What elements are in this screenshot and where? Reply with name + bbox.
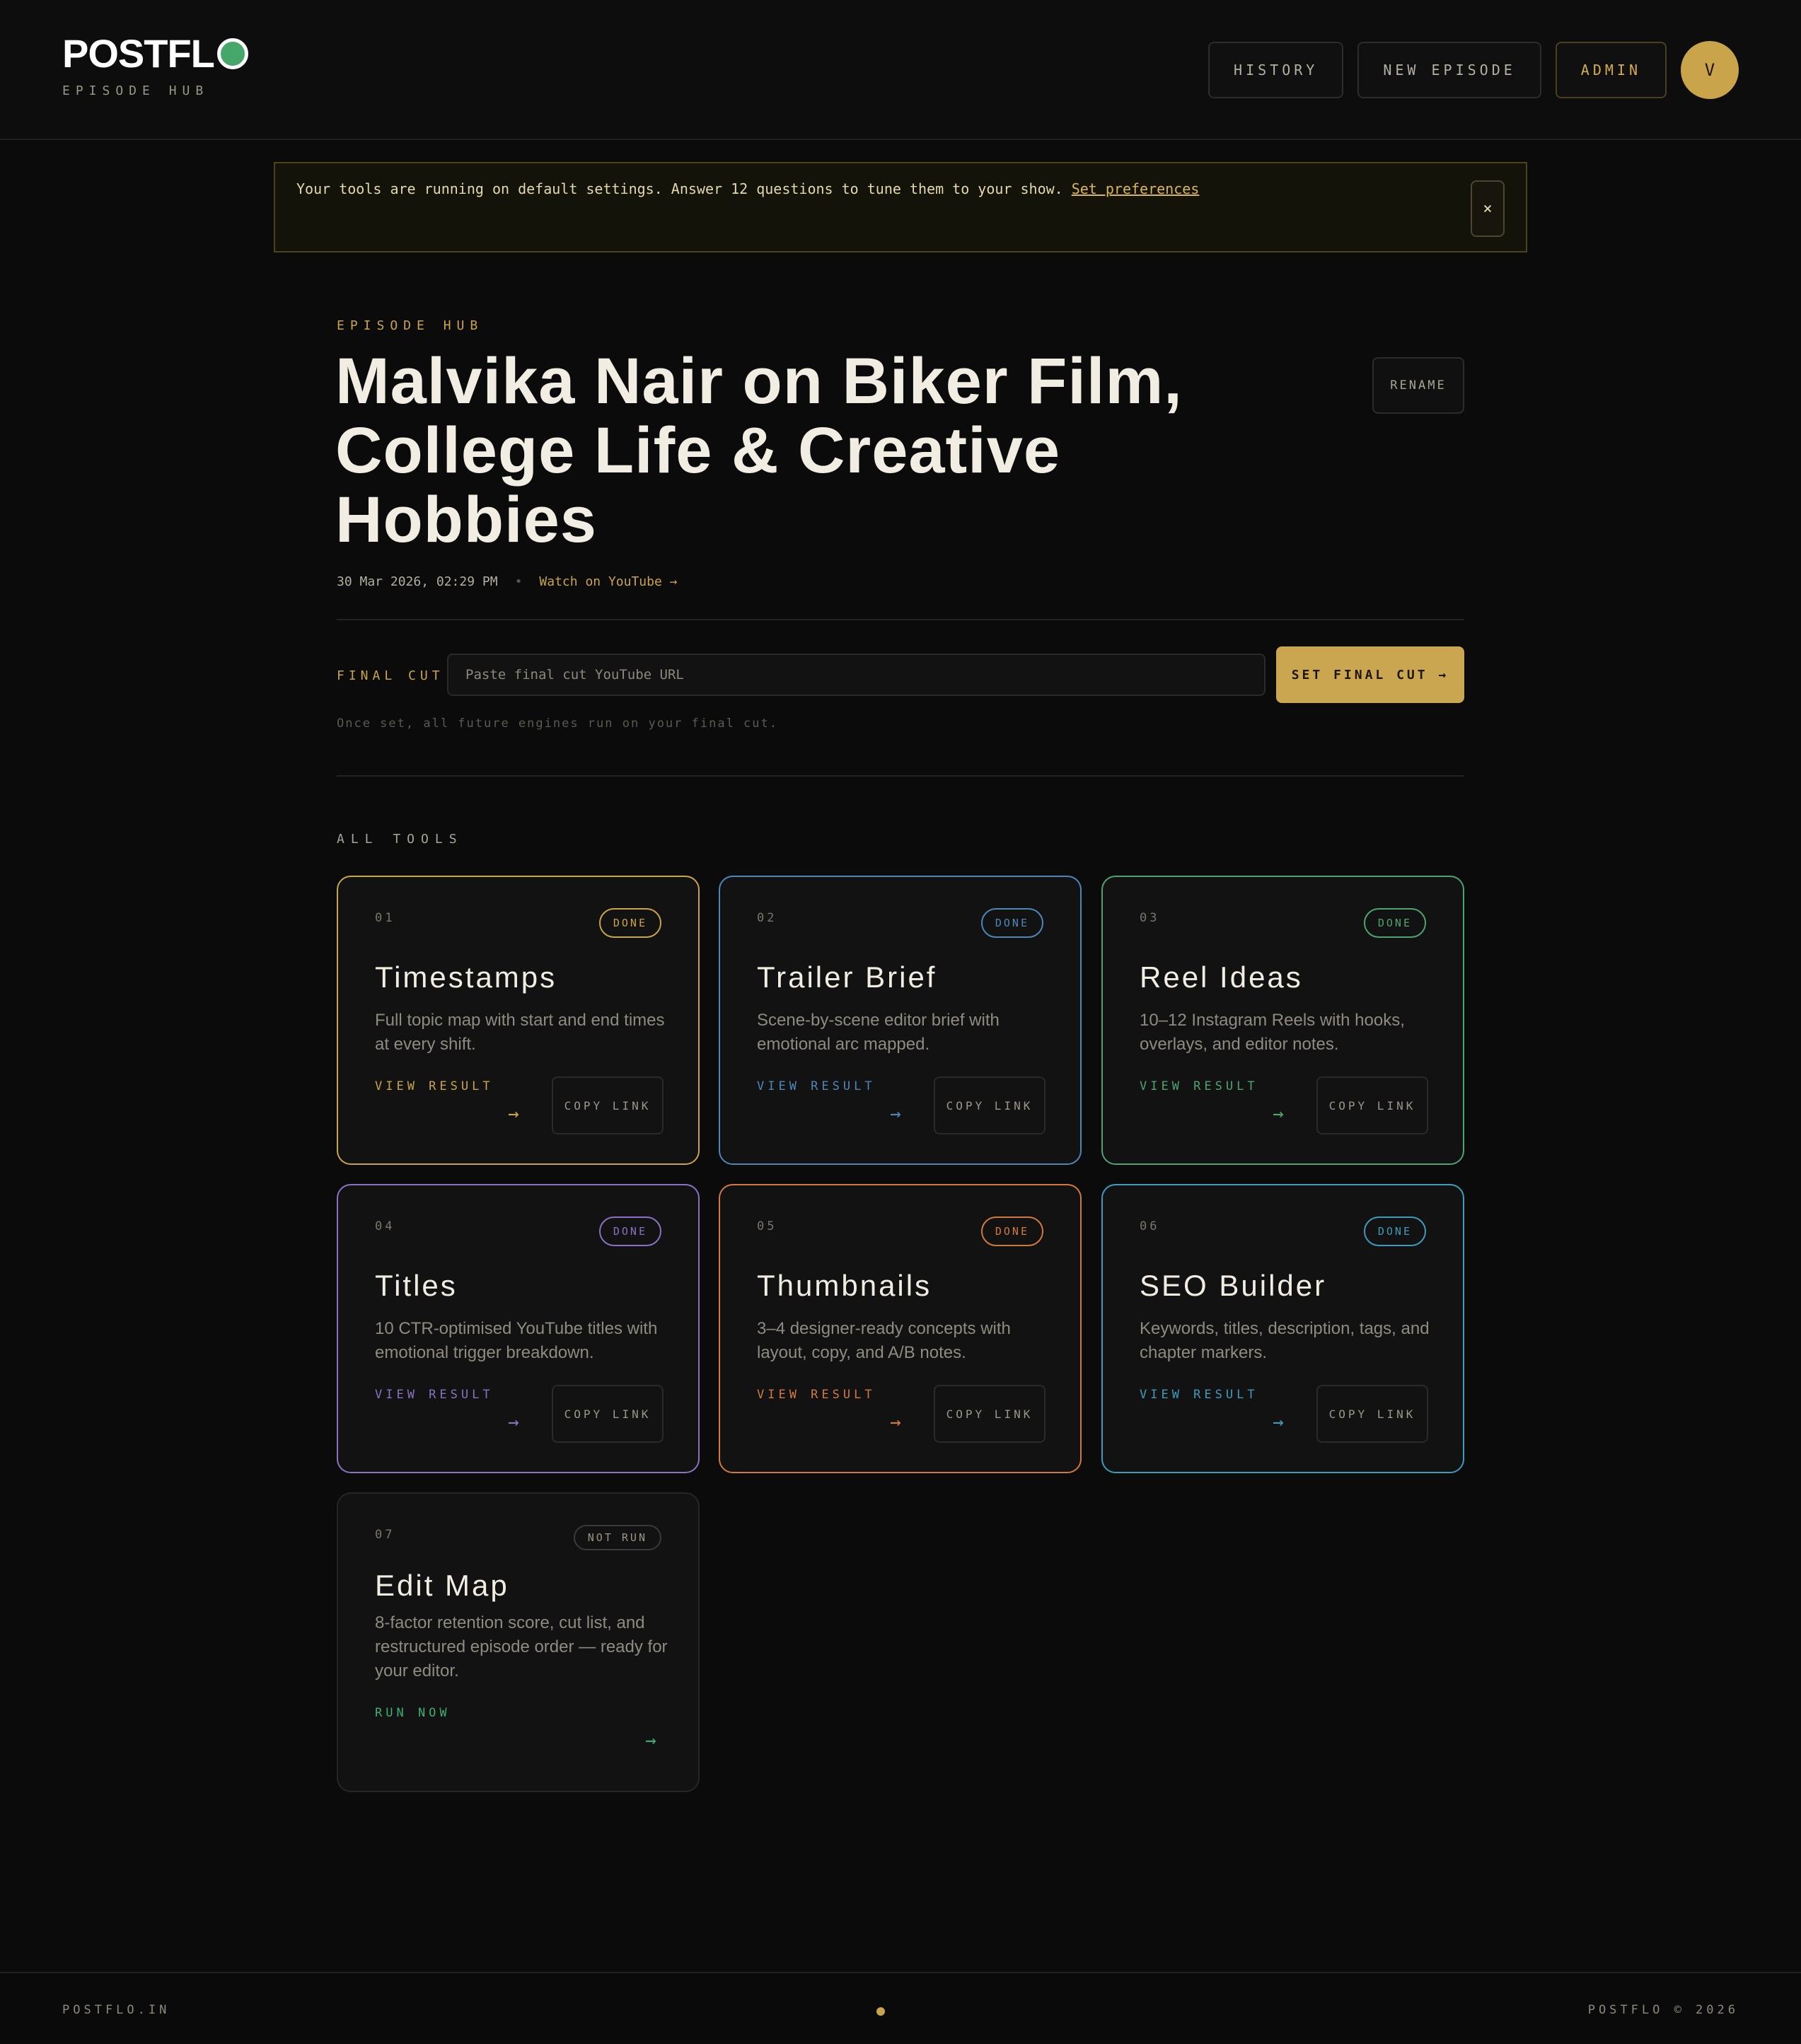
status-badge: DONE <box>598 908 661 938</box>
tool-description: 10 CTR-optimised YouTube titles with emo… <box>375 1319 658 1362</box>
arrow-right-icon[interactable]: → <box>508 1103 519 1125</box>
page: POSTFL EPISODE HUB HISTORY NEW EPISODE A… <box>0 0 1801 2044</box>
logo: POSTFL <box>62 34 248 74</box>
view-result-link[interactable]: VIEW RESULT <box>375 1388 494 1402</box>
copy-link-button[interactable]: COPY LINK <box>934 1385 1046 1443</box>
final-cut-url-input[interactable] <box>447 654 1266 696</box>
view-result-link[interactable]: VIEW RESULT <box>375 1079 494 1093</box>
tool-card-timestamps[interactable]: 01 DONE Timestamps Full topic map with s… <box>337 876 700 1165</box>
banner-text: Your tools are running on default settin… <box>296 180 1063 197</box>
arrow-right-icon[interactable]: → <box>890 1412 901 1433</box>
tool-title: Titles <box>375 1269 458 1302</box>
tool-title: Reel Ideas <box>1140 960 1303 994</box>
run-now-link[interactable]: RUN NOW <box>375 1706 451 1720</box>
tool-number: 01 <box>375 911 395 925</box>
status-badge: DONE <box>980 1216 1043 1246</box>
watch-on-youtube-link[interactable]: Watch on YouTube → <box>539 574 677 589</box>
tool-number: 06 <box>1140 1219 1160 1233</box>
logo-o-icon <box>216 38 248 69</box>
brand[interactable]: POSTFL EPISODE HUB <box>62 34 248 98</box>
tool-card-reel-ideas[interactable]: 03 DONE Reel Ideas 10–12 Instagram Reels… <box>1101 876 1464 1165</box>
copy-link-button[interactable]: COPY LINK <box>552 1385 664 1443</box>
banner-message: Your tools are running on default settin… <box>296 180 1199 197</box>
footer-dot-icon <box>876 2007 885 2016</box>
arrow-right-icon[interactable]: → <box>1273 1412 1284 1433</box>
view-result-link[interactable]: VIEW RESULT <box>757 1388 876 1402</box>
arrow-right-icon[interactable]: → <box>890 1103 901 1125</box>
tool-number: 03 <box>1140 911 1160 925</box>
tool-number: 04 <box>375 1219 395 1233</box>
top-header: POSTFL EPISODE HUB HISTORY NEW EPISODE A… <box>0 0 1801 140</box>
view-result-link[interactable]: VIEW RESULT <box>1140 1079 1258 1093</box>
status-badge: DONE <box>1363 908 1426 938</box>
status-badge: DONE <box>980 908 1043 938</box>
tool-description: 8-factor retention score, cut list, and … <box>375 1613 668 1680</box>
arrow-right-icon[interactable]: → <box>508 1412 519 1433</box>
divider <box>337 775 1464 777</box>
arrow-right-icon[interactable]: → <box>1273 1103 1284 1125</box>
tool-card-edit-map[interactable]: 07 NOT RUN Edit Map 8-factor retention s… <box>337 1492 700 1792</box>
view-result-link[interactable]: VIEW RESULT <box>757 1079 876 1093</box>
episode-title: Malvika Nair on Biker Film, College Life… <box>335 345 1183 556</box>
episode-meta: 30 Mar 2026, 02:29 PM • Watch on YouTube… <box>337 574 678 589</box>
status-badge: DONE <box>1363 1216 1426 1246</box>
final-cut-help-text: Once set, all future engines run on your… <box>337 716 778 731</box>
tool-description: Scene-by-scene editor brief with emotion… <box>757 1011 1000 1054</box>
copy-link-button[interactable]: COPY LINK <box>934 1076 1046 1134</box>
all-tools-label: ALL TOOLS <box>337 832 463 847</box>
view-result-link[interactable]: VIEW RESULT <box>1140 1388 1258 1402</box>
tool-number: 05 <box>757 1219 777 1233</box>
history-button[interactable]: HISTORY <box>1208 42 1344 98</box>
brand-subtitle: EPISODE HUB <box>62 83 209 98</box>
tool-description: Keywords, titles, description, tags, and… <box>1140 1319 1430 1362</box>
footer-site[interactable]: POSTFLO.IN <box>62 2003 170 2017</box>
logo-text: POSTFL <box>62 31 215 76</box>
episode-date: 30 Mar 2026, 02:29 PM <box>337 574 498 589</box>
rename-button[interactable]: RENAME <box>1372 357 1464 414</box>
avatar[interactable]: V <box>1681 41 1739 99</box>
final-cut-label: FINAL CUT <box>337 668 444 683</box>
set-preferences-link[interactable]: Set preferences <box>1072 180 1200 197</box>
footer-copyright: POSTFLO © 2026 <box>1587 2003 1739 2017</box>
copy-link-button[interactable]: COPY LINK <box>552 1076 664 1134</box>
tool-number: 07 <box>375 1528 395 1542</box>
admin-button[interactable]: ADMIN <box>1555 42 1667 98</box>
footer: POSTFLO.IN POSTFLO © 2026 <box>0 1972 1801 2044</box>
tool-number: 02 <box>757 911 777 925</box>
tool-title: Trailer Brief <box>757 960 937 994</box>
arrow-right-icon[interactable]: → <box>645 1730 656 1751</box>
copy-link-button[interactable]: COPY LINK <box>1316 1076 1428 1134</box>
set-final-cut-button[interactable]: SET FINAL CUT → <box>1276 646 1464 703</box>
copy-link-button[interactable]: COPY LINK <box>1316 1385 1428 1443</box>
tool-card-seo-builder[interactable]: 06 DONE SEO Builder Keywords, titles, de… <box>1101 1184 1464 1473</box>
preferences-banner: Your tools are running on default settin… <box>274 162 1527 252</box>
top-nav: HISTORY NEW EPISODE ADMIN V <box>1208 41 1739 99</box>
tool-card-thumbnails[interactable]: 05 DONE Thumbnails 3–4 designer-ready co… <box>719 1184 1082 1473</box>
tool-card-titles[interactable]: 04 DONE Titles 10 CTR-optimised YouTube … <box>337 1184 700 1473</box>
new-episode-button[interactable]: NEW EPISODE <box>1357 42 1541 98</box>
tool-title: SEO Builder <box>1140 1269 1327 1302</box>
divider <box>337 619 1464 620</box>
tool-card-trailer-brief[interactable]: 02 DONE Trailer Brief Scene-by-scene edi… <box>719 876 1082 1165</box>
status-badge: NOT RUN <box>573 1525 661 1550</box>
tool-title: Edit Map <box>375 1569 509 1602</box>
meta-separator: • <box>514 574 523 589</box>
tool-title: Thumbnails <box>757 1269 932 1302</box>
tool-description: 10–12 Instagram Reels with hooks, overla… <box>1140 1011 1405 1054</box>
close-banner-button[interactable]: × <box>1471 180 1505 237</box>
hero-eyebrow: EPISODE HUB <box>337 318 484 333</box>
tool-description: 3–4 designer-ready concepts with layout,… <box>757 1319 1011 1362</box>
status-badge: DONE <box>598 1216 661 1246</box>
tool-description: Full topic map with start and end times … <box>375 1011 665 1054</box>
tool-title: Timestamps <box>375 960 557 994</box>
